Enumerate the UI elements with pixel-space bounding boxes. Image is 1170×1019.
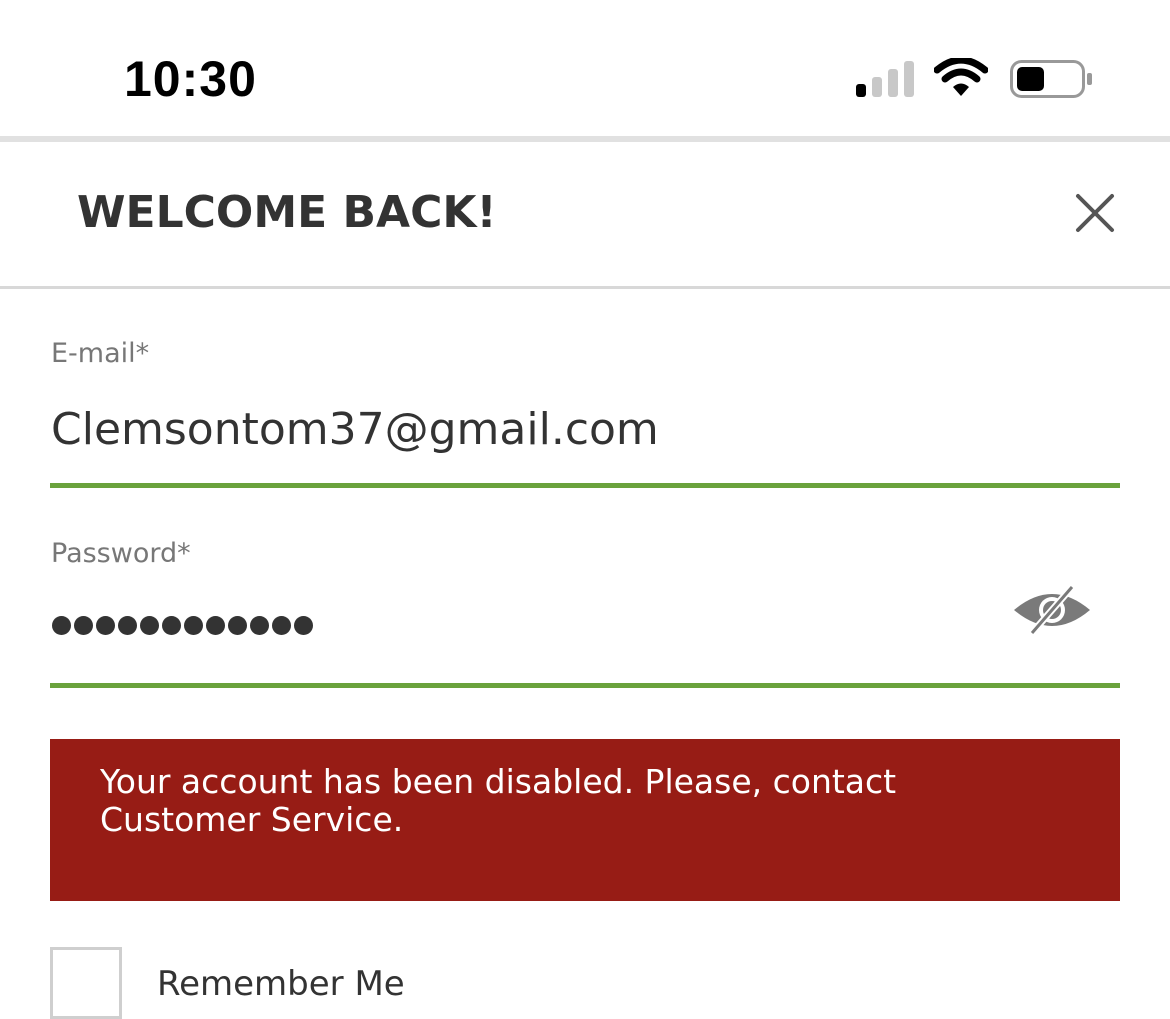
page-title: WELCOME BACK! xyxy=(77,187,497,238)
email-label: E-mail* xyxy=(51,338,150,369)
password-mask-dot xyxy=(272,616,291,635)
password-mask-dot xyxy=(52,616,71,635)
password-mask-dot xyxy=(184,616,203,635)
password-mask-dot xyxy=(118,616,137,635)
password-mask-dot xyxy=(294,616,313,635)
wifi-icon xyxy=(934,58,988,96)
error-message: Your account has been disabled. Please, … xyxy=(100,762,897,839)
password-mask-dot xyxy=(162,616,181,635)
remember-me-label[interactable]: Remember Me xyxy=(157,964,405,1004)
status-bar: 10:30 xyxy=(0,0,1170,136)
battery-icon xyxy=(1010,60,1092,98)
header-divider xyxy=(0,286,1170,289)
password-mask-dot xyxy=(140,616,159,635)
password-mask-dot xyxy=(250,616,269,635)
close-icon[interactable] xyxy=(1070,188,1120,238)
password-mask-dot xyxy=(74,616,93,635)
eye-slash-icon[interactable] xyxy=(1012,584,1092,636)
password-field[interactable] xyxy=(52,616,313,635)
email-field[interactable] xyxy=(51,404,951,456)
error-alert: Your account has been disabled. Please, … xyxy=(50,739,1120,901)
password-label: Password* xyxy=(51,538,191,569)
password-mask-dot xyxy=(228,616,247,635)
password-underline xyxy=(50,683,1120,688)
password-mask-dot xyxy=(96,616,115,635)
cellular-signal-icon xyxy=(856,59,916,97)
password-mask-dot xyxy=(206,616,225,635)
status-time: 10:30 xyxy=(124,51,257,107)
remember-me-checkbox[interactable] xyxy=(50,947,122,1019)
email-underline xyxy=(50,483,1120,488)
modal-header: WELCOME BACK! xyxy=(0,142,1170,288)
